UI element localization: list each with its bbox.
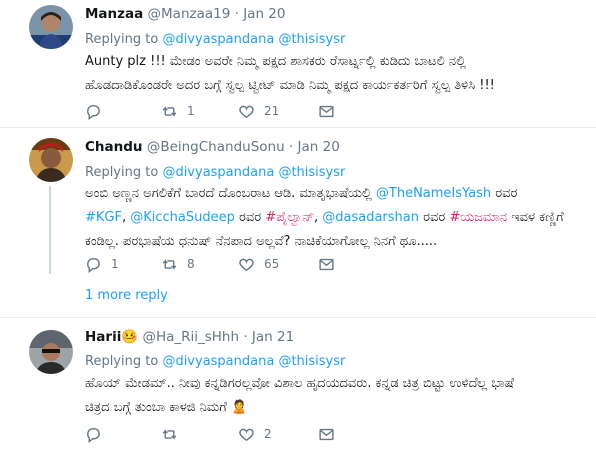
display-name[interactable]: Manzaa <box>85 6 143 22</box>
tweet-text: ಅಂಬಿ ಅಣ್ಣನ ಅಗಲಿಕೆಗೆ ಬಾರದೆ ದೊಂಬರಾಟ ಆಡಿ. ಮ… <box>85 186 564 249</box>
retweet-button[interactable] <box>161 424 187 444</box>
handle-and-date[interactable]: @Manzaa19 · Jan 20 <box>148 6 286 22</box>
dm-button[interactable] <box>318 254 335 274</box>
thread-line <box>49 186 51 274</box>
handle-and-date[interactable]: @BeingChanduSonu · Jan 20 <box>147 139 340 155</box>
retweet-button[interactable]: 8 <box>161 254 195 274</box>
avatar[interactable] <box>29 138 73 182</box>
hashtag-link[interactable]: #KGF <box>85 210 122 225</box>
replying-to: Replying to @divyaspandana @thisisysr <box>85 354 346 369</box>
more-replies-link[interactable]: 1 more reply <box>85 288 168 303</box>
tweet-harii[interactable]: Harii🤒 @Ha_Rii_sHhh · Jan 21 Replying to… <box>0 318 596 450</box>
dm-icon <box>319 258 334 270</box>
hashtag-link[interactable]: #ಯಜಮಾನ <box>449 210 507 225</box>
retweet-icon <box>162 258 177 270</box>
mention-link[interactable]: @TheNameIsYash <box>376 186 491 201</box>
like-icon <box>239 258 254 271</box>
handle-and-date[interactable]: @Ha_Rii_sHhh · Jan 21 <box>142 329 294 345</box>
like-icon <box>239 428 254 441</box>
reply-icon <box>87 104 100 120</box>
reply-mentions[interactable]: @divyaspandana @thisisysr <box>162 354 345 369</box>
display-name[interactable]: Chandu <box>85 139 143 155</box>
reply-button[interactable]: 1 <box>85 254 119 274</box>
reply-mentions[interactable]: @divyaspandana @thisisysr <box>162 165 345 180</box>
like-button[interactable]: 65 <box>238 254 279 274</box>
tweet-text: ಹೊಯ್ ಮೇಡಮ್.. ನೀವು ಕನ್ನಡಿಗರಲ್ಲವೋ ವಿಶಾಲ ಹೃ… <box>85 376 515 415</box>
mention-link[interactable]: @KicchaSudeep <box>130 210 235 225</box>
dm-button[interactable] <box>318 424 335 444</box>
dm-icon <box>319 105 334 117</box>
like-button[interactable]: 2 <box>238 424 272 444</box>
replying-to: Replying to @divyaspandana @thisisysr <box>85 165 346 180</box>
reply-icon <box>87 257 100 273</box>
hashtag-link[interactable]: #ಪೈಲ್ವಾನ್ <box>265 210 314 225</box>
avatar[interactable] <box>29 5 73 49</box>
like-button[interactable]: 21 <box>238 101 279 121</box>
dm-button[interactable] <box>318 101 335 121</box>
retweet-button[interactable]: 1 <box>161 101 195 121</box>
dm-icon <box>319 428 334 440</box>
reply-button[interactable] <box>85 424 111 444</box>
reply-mentions[interactable]: @divyaspandana @thisisysr <box>162 32 345 47</box>
avatar[interactable] <box>29 330 73 374</box>
tweet-manzaa[interactable]: Manzaa @Manzaa19 · Jan 20 Replying to @d… <box>0 0 596 124</box>
replying-to: Replying to @divyaspandana @thisisysr <box>85 32 346 47</box>
reply-icon <box>87 427 100 443</box>
tweet-chandu[interactable]: Chandu @BeingChanduSonu · Jan 20 Replyin… <box>0 128 596 310</box>
reply-button[interactable] <box>85 101 111 121</box>
name-emoji: 🤒 <box>121 329 139 345</box>
mention-link[interactable]: @dasadarshan <box>322 210 419 225</box>
tweet-text: Aunty plz !!! ಮೇಡಂ ಅವರೇ ನಿಮ್ಮ ಪಕ್ಷದ ಶಾಸಕ… <box>85 54 495 93</box>
retweet-icon <box>162 428 177 440</box>
display-name[interactable]: Harii <box>85 329 121 345</box>
like-icon <box>239 105 254 118</box>
retweet-icon <box>162 105 177 117</box>
